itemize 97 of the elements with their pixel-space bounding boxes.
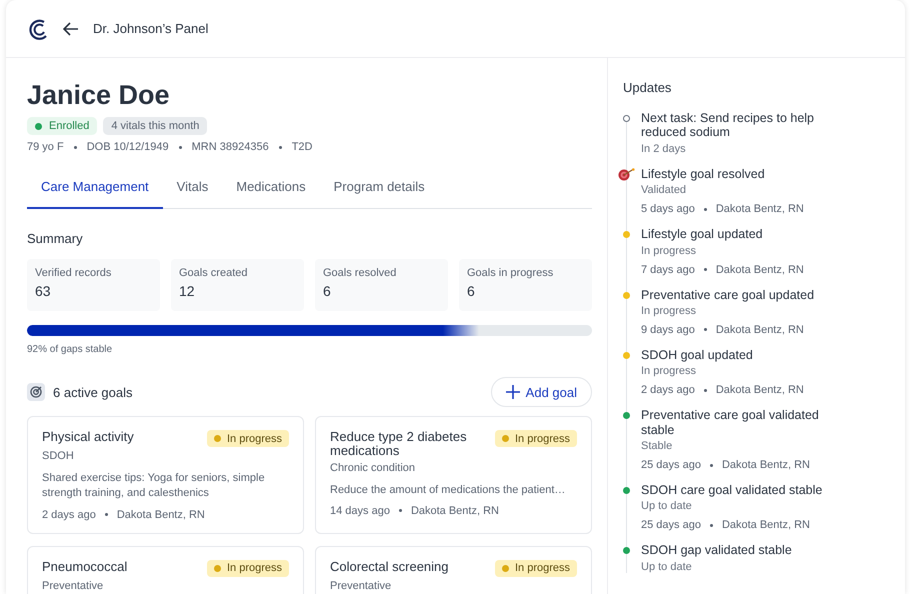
patient-detail: 79 yo F [27, 141, 64, 153]
tab[interactable]: Care Management [27, 169, 163, 209]
stat-label: Goals created [179, 267, 248, 279]
update-status: In progress [641, 304, 698, 317]
hollow-circle-icon [623, 115, 630, 122]
status-badge: In progress [494, 430, 577, 447]
goal-category: Chronic condition [330, 462, 416, 474]
status-badge: In progress [494, 560, 577, 577]
separator-dot [178, 146, 182, 148]
section-title: Summary [27, 231, 84, 246]
stat-label: Goals resolved [323, 267, 398, 279]
separator-dot [104, 513, 108, 516]
goal-card[interactable]: Colorectal screening In progress Preventative [315, 546, 592, 594]
update-status: Validated [641, 184, 688, 196]
status-badge: Enrolled [27, 117, 98, 135]
goal-description: Shared exercise tips: Yoga for seniors, simple strength training, and calesthenics [42, 471, 266, 502]
goal-category: Preventative [330, 580, 392, 592]
update-title: Next task: Send recipes to help reduced sodium [641, 111, 816, 140]
update-status: Stable [641, 440, 674, 452]
update-status: In 2 days [641, 142, 687, 155]
update-title: Lifestyle goal updated [641, 227, 764, 242]
separator-dot [704, 268, 707, 271]
separator-dot [278, 146, 282, 148]
update-time: 2 days ago [641, 384, 695, 396]
update-status: Up to date [641, 500, 693, 512]
stat-label: Goals in progress [467, 267, 554, 279]
goals-title: 6 active goals [53, 384, 132, 400]
status-dot [502, 564, 509, 572]
panel-title: Dr. Johnson’s Panel [93, 21, 208, 36]
update-author: Dakota Bentz, RN [716, 324, 804, 336]
update-title: SDOH care goal validated stable [641, 483, 824, 498]
stat-label: Verified records [35, 267, 112, 279]
plus-icon [506, 385, 520, 399]
update-author: Dakota Bentz, RN [722, 459, 810, 471]
goal-card[interactable]: Physical activity In progress SDOH Shared exercise tips: Yoga for seniors, simple strength training, and calesthenics 2 days ago Dakota Bentz, RN [27, 416, 304, 534]
goal-time: 14 days ago [330, 504, 390, 517]
goal-time: 2 days ago [42, 508, 96, 521]
update-time: 7 days ago [641, 264, 695, 276]
goal-title: Physical activity [42, 430, 134, 444]
stat-value: 12 [179, 283, 196, 299]
goal-title: Reduce type 2 diabetes medications [330, 430, 468, 459]
tab[interactable]: Vitals [162, 169, 222, 209]
goal-category: Preventative [42, 580, 104, 592]
update-author: Dakota Bentz, RN [722, 519, 810, 532]
separator-dot [74, 146, 77, 148]
separator-dot [398, 509, 402, 512]
update-status: In progress [641, 365, 698, 378]
patient-detail: T2D [292, 141, 312, 153]
status-badge: In progress [206, 560, 289, 577]
patient-detail: DOB 10/12/1949 [86, 141, 169, 153]
back-arrow-icon [63, 22, 79, 36]
update-time: 9 days ago [641, 324, 695, 336]
update-status: Up to date [641, 560, 693, 573]
update-title: Preventative care goal updated [641, 288, 816, 302]
back-button[interactable] [63, 22, 79, 36]
separator-dot [710, 524, 713, 527]
add-goal-button[interactable]: Add goal [490, 377, 592, 407]
patient-name: Janice Doe [27, 80, 171, 111]
separator-dot [710, 464, 713, 466]
goal-title: Pneumococcal [42, 560, 128, 574]
stat-value: 6 [467, 283, 476, 299]
logo-icon [27, 18, 49, 40]
updates-title: Updates [623, 80, 672, 95]
status-badge: In progress [206, 430, 289, 447]
info-badge: 4 vitals this month [103, 117, 208, 135]
status-dot [502, 435, 509, 442]
progress-reading: 92% of gaps stable [27, 344, 114, 355]
status-dot [214, 435, 221, 442]
stat-value: 6 [323, 283, 332, 299]
update-time: 5 days ago [641, 203, 695, 216]
update-title: Preventative care goal validated stable [641, 408, 820, 437]
goal-title: Colorectal screening [330, 560, 449, 574]
update-author: Dakota Bentz, RN [716, 384, 804, 396]
target-icon [618, 168, 635, 181]
update-title: Lifestyle goal resolved [641, 166, 766, 182]
goal-category: SDOH [42, 450, 75, 462]
patient-detail: MRN 38924356 [192, 141, 269, 153]
update-author: Dakota Bentz, RN [716, 203, 804, 216]
goal-card[interactable]: Reduce type 2 diabetes medications In progress Chronic condition Reduce the amount of medications the patient… 14 days ago Dakota Bentz, RN [315, 416, 592, 534]
update-title: SDOH goal updated [641, 348, 754, 362]
goal-author: Dakota Bentz, RN [410, 504, 499, 517]
update-title: SDOH gap validated stable [641, 543, 793, 558]
goal-author: Dakota Bentz, RN [116, 508, 205, 521]
tab[interactable]: Medications [222, 169, 320, 209]
target-icon [27, 383, 45, 401]
stat-value: 63 [35, 283, 52, 299]
update-time: 25 days ago [641, 519, 701, 532]
status-dot [214, 564, 221, 572]
goal-description: Reduce the amount of medications the patient… [330, 482, 566, 498]
tab[interactable]: Program details [320, 169, 439, 209]
separator-dot [704, 328, 707, 332]
update-author: Dakota Bentz, RN [716, 264, 804, 276]
update-status: In progress [641, 244, 698, 256]
update-time: 25 days ago [641, 459, 701, 471]
separator-dot [704, 208, 707, 211]
separator-dot [704, 388, 707, 392]
goal-card[interactable]: Pneumococcal In progress Preventative [27, 546, 304, 594]
